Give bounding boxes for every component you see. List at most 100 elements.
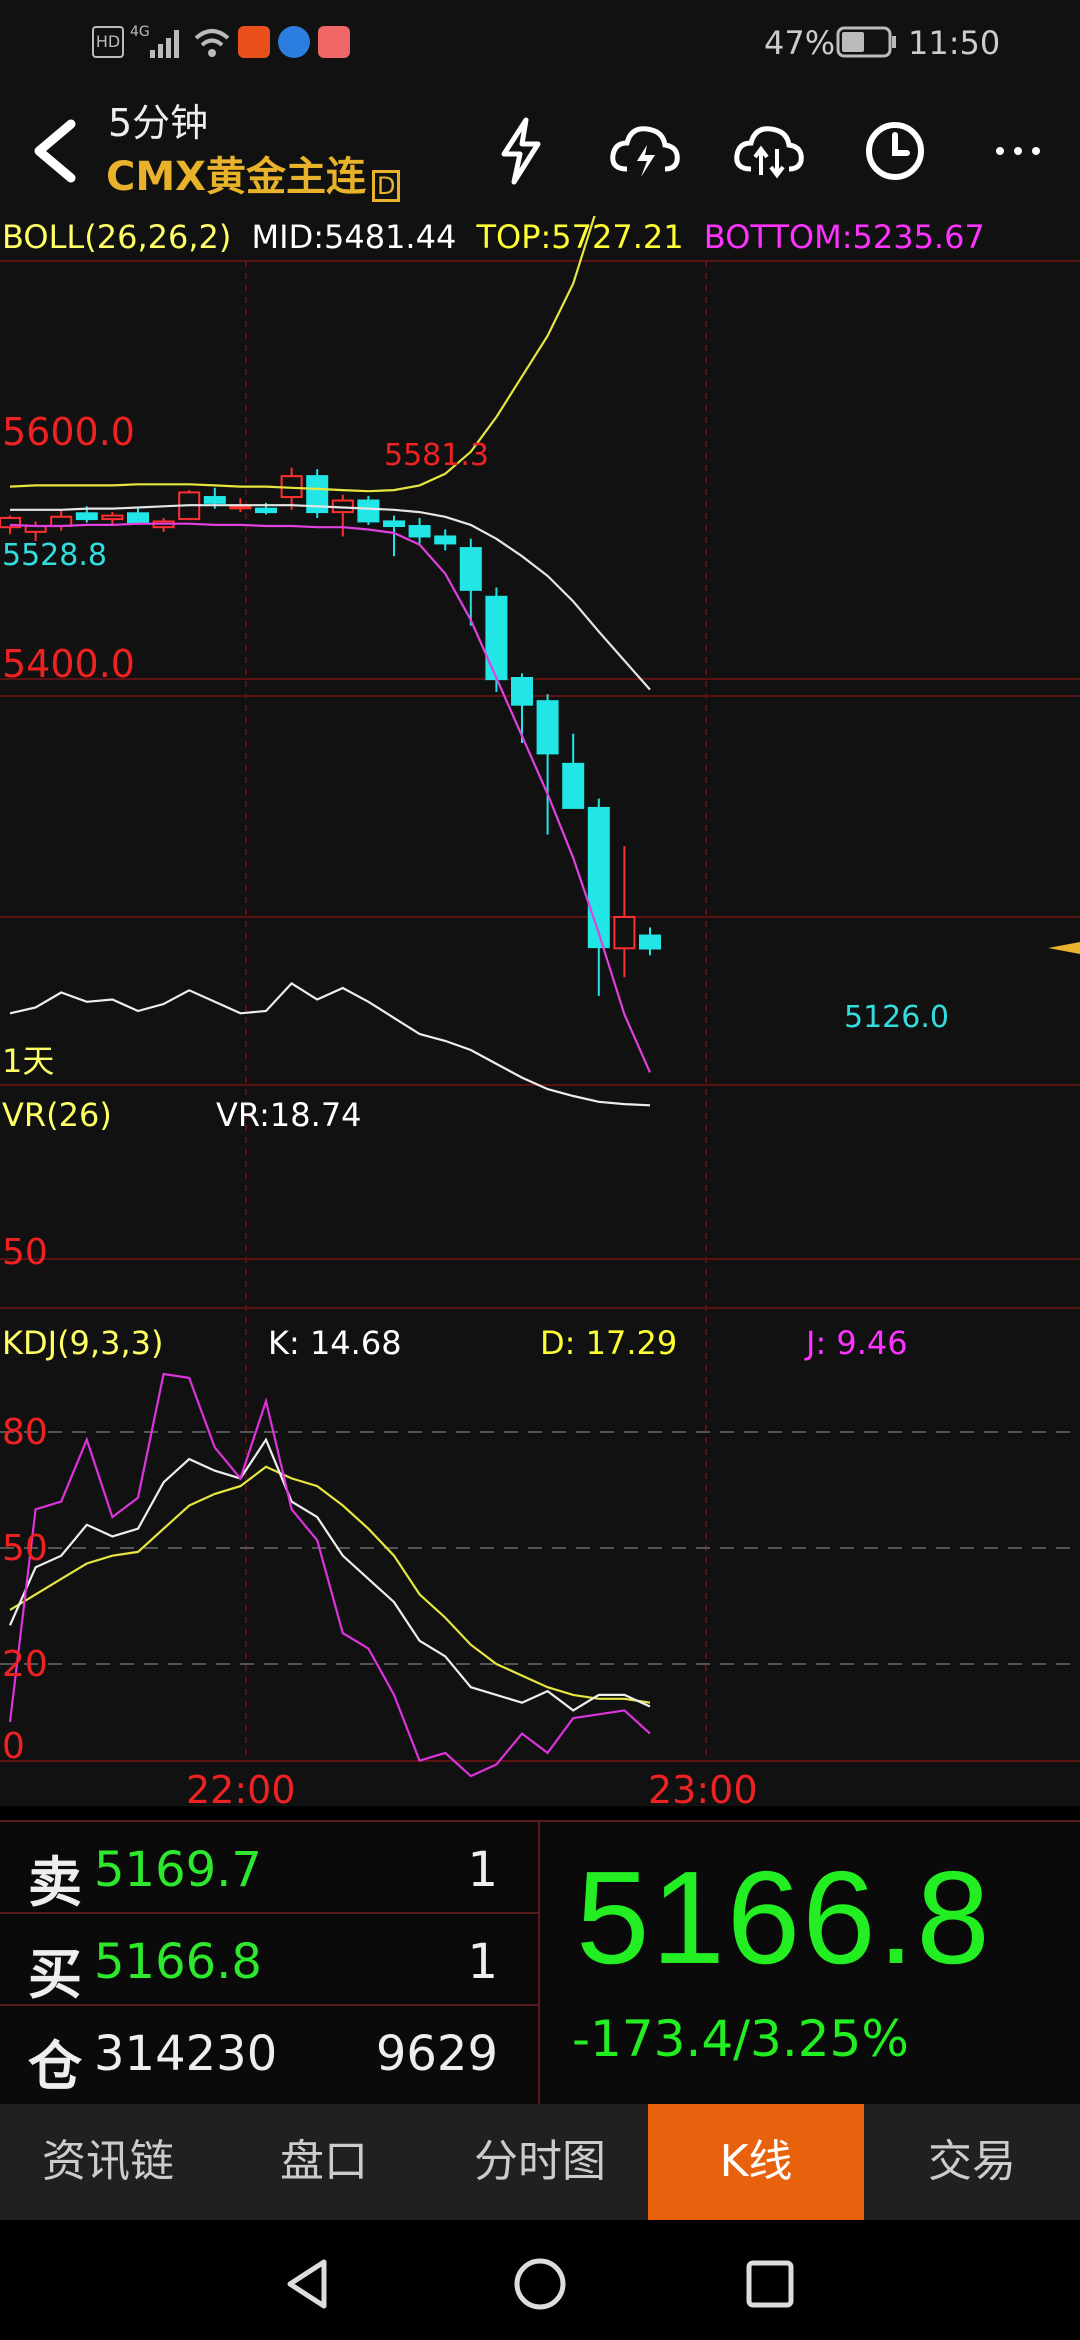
bid-row[interactable]: 买 5166.8 1 [0,1912,538,2006]
status-bar: HD 4G 47% 11:50 [0,0,1080,86]
candle-body [127,512,149,524]
candle-body [203,496,226,504]
candle-body [434,535,457,545]
vr-tick-50: 50 [2,1232,48,1273]
battery-icon [836,26,896,58]
candle-body [613,915,636,950]
boll-mid: MID:5481.44 [251,218,457,256]
kdj-lines [8,1372,651,1778]
kdj-d: D: 17.29 [540,1324,678,1362]
candle-body [587,806,610,949]
system-navigation-bar [0,2220,1080,2340]
instrument-name: CMX黄金主连 [106,154,366,200]
boll-legend: BOLL(26,26,2) MID:5481.44 TOP:5727.21 BO… [2,218,985,256]
browser-icon [278,26,310,58]
ask-price: 5169.7 [94,1842,262,1898]
candle-body [357,499,380,523]
ask-label: 卖 [28,1850,82,1914]
kdj-k: K: 14.68 [268,1324,402,1362]
kdj-tick-80: 80 [2,1412,48,1453]
nav-recents-icon[interactable] [744,2258,796,2310]
open-interest-row: 仓 314230 9629 [0,2004,538,2098]
bid-volume: 1 [467,1934,498,1990]
kdj-title: KDJ(9,3,3) [2,1324,164,1362]
candle-body [408,525,431,538]
open-interest-label: 仓 [28,2034,82,2098]
clock-icon [866,122,924,180]
svg-text:4G: 4G [130,24,150,40]
candle-body [229,505,252,510]
high-annotation: 5581.3 [384,438,489,473]
vr-value: VR:18.74 [216,1096,362,1134]
kdj-j: J: 9.46 [806,1324,908,1362]
tab-trade[interactable]: 交易 [864,2104,1080,2220]
candle-body [485,595,508,681]
kdj-j-line [8,1372,651,1778]
open-interest-value: 314230 [94,2026,278,2082]
more-button[interactable] [975,106,1065,196]
hd-icon: HD [92,26,124,58]
battery-percent: 47% [764,24,836,62]
bid-label: 买 [28,1942,82,2006]
back-button[interactable] [10,106,100,196]
cloud-sync-icon [734,126,804,179]
cloud-sync-button[interactable] [724,106,814,196]
candle-body [639,934,661,950]
clock-time: 11:50 [908,24,1001,62]
candle-body [255,507,277,514]
more-icon [996,147,1040,155]
candle-body [536,700,559,755]
nav-back-icon[interactable] [282,2256,332,2312]
app-icon [318,26,350,58]
cloud-lightning-icon [610,126,680,177]
last-price: 5166.8 [576,1844,992,1991]
interval-label: 5分钟 [108,101,209,145]
header-bar: 5分钟 CMX黄金主连 D [0,86,1080,216]
app-notification-icon [238,26,270,58]
vr-title: VR(26) [2,1096,112,1134]
price-tick-5400: 5400.0 [2,642,135,686]
low-annotation: 5126.0 [844,1000,949,1035]
period-label[interactable]: 1天 [2,1036,54,1082]
candle-body [511,677,533,706]
boll-bottom: BOTTOM:5235.67 [703,218,985,256]
ask-row[interactable]: 卖 5169.7 1 [0,1820,538,1914]
tab-intraday[interactable]: 分时图 [432,2104,648,2220]
tab-orderbook[interactable]: 盘口 [216,2104,432,2220]
kdj-tick-0: 0 [2,1726,25,1767]
wifi-icon [194,29,230,57]
ask-volume: 1 [467,1842,498,1898]
time-tick-2300: 23:00 [648,1768,758,1812]
bid-price: 5166.8 [94,1934,262,1990]
kline-chart[interactable]: BOLL(26,26,2) MID:5481.44 TOP:5727.21 BO… [0,216,1080,1812]
instrument-selector[interactable]: CMX黄金主连 D [106,144,401,202]
vr-series-line [9,981,651,1107]
flash-order-button[interactable] [475,106,565,196]
price-tick-5600: 5600.0 [2,410,135,454]
signal-4g-icon: 4G [130,24,179,58]
kdj-k-line [8,1437,651,1712]
time-tick-2200: 22:00 [186,1768,296,1812]
price-change: -173.4/3.25% [572,2010,909,2068]
quote-panel: 卖 5169.7 1 买 5166.8 1 仓 314230 9629 5166… [0,1820,1080,2104]
last-price-marker [1048,942,1080,954]
open-interest-change: 9629 [375,2026,498,2082]
candle-body [383,520,405,528]
tab-news[interactable]: 资讯链 [0,2104,216,2220]
nav-home-icon[interactable] [512,2256,568,2312]
history-button[interactable] [850,106,940,196]
candle-body [101,514,124,521]
cloud-condition-button[interactable] [600,106,690,196]
candle-body [562,762,585,809]
boll-top: TOP:5727.21 [476,218,684,256]
kdj-tick-20: 20 [2,1644,48,1685]
left-annotation: 5528.8 [2,538,107,573]
tab-kline[interactable]: K线 [648,2104,864,2220]
boll-lower-line [9,522,652,1073]
vr-line [9,981,651,1107]
candle-body [459,547,482,591]
kdj-tick-50: 50 [2,1528,48,1569]
instrument-badge: D [372,169,401,202]
bottom-tabs: 资讯链 盘口 分时图 K线 交易 [0,2104,1080,2220]
back-icon [34,119,76,183]
